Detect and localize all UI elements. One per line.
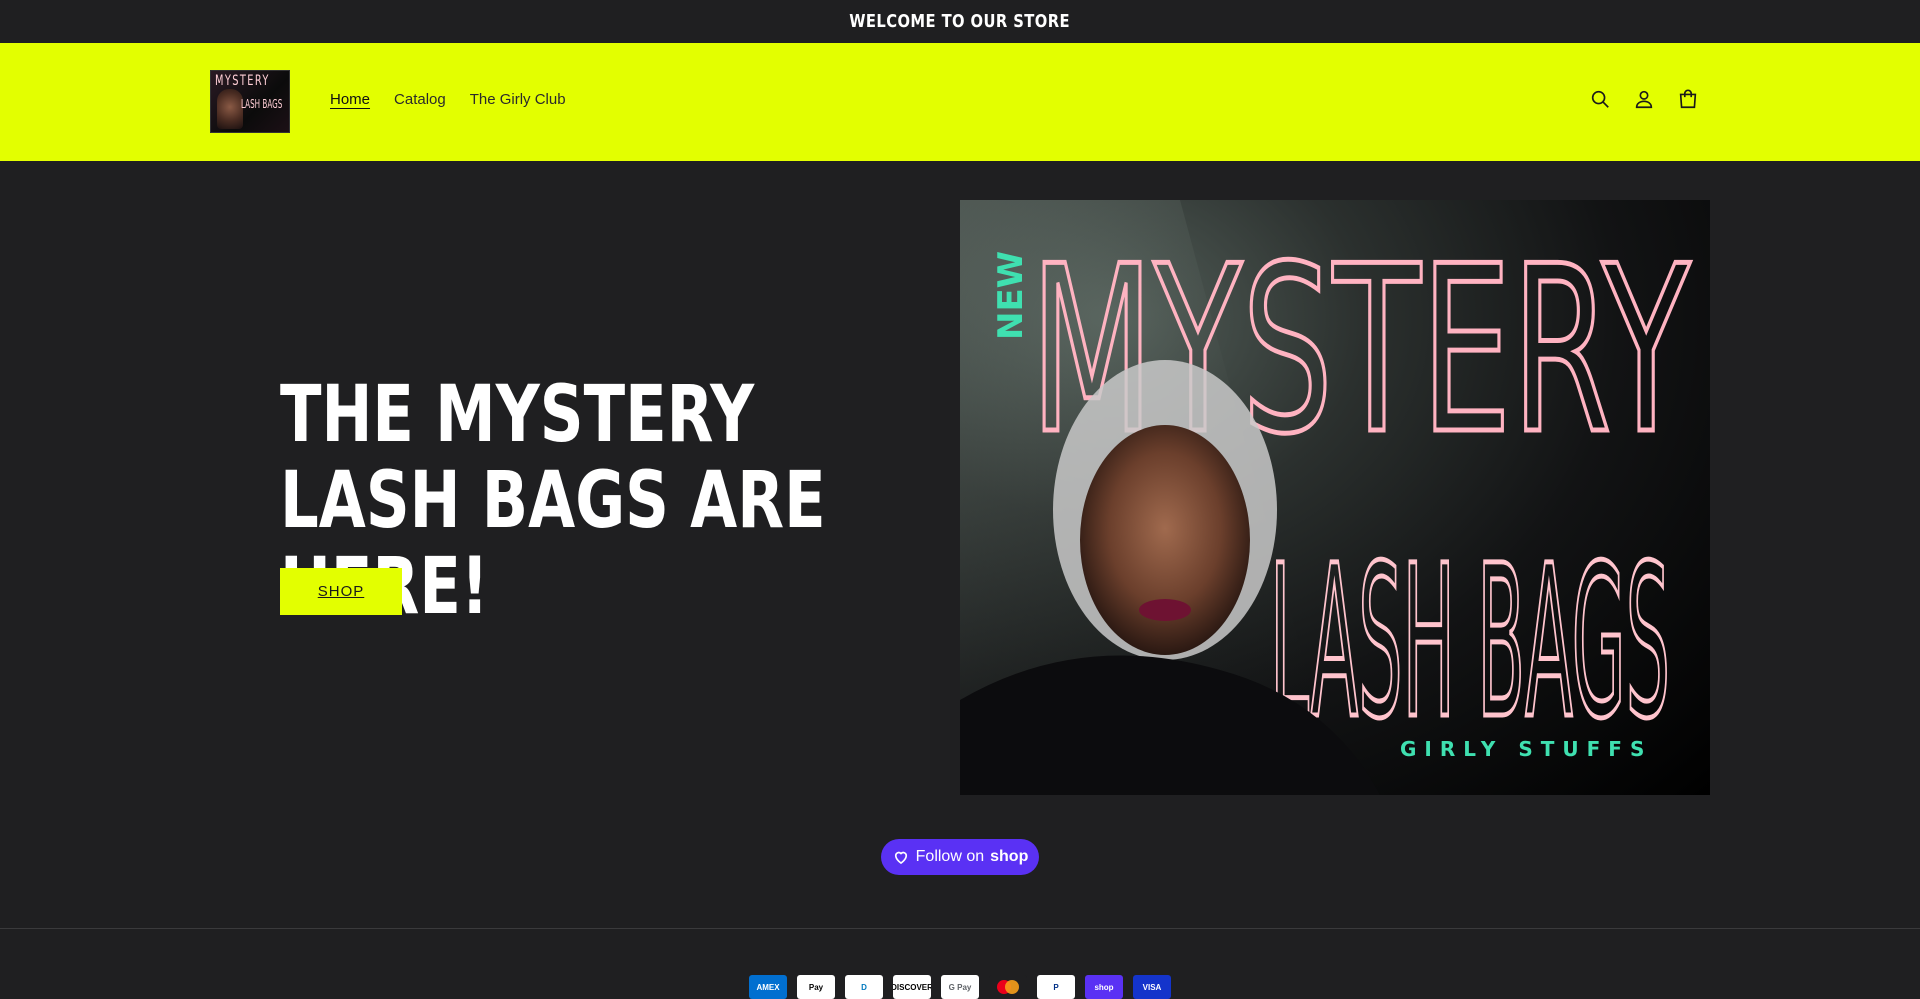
paypal-icon: P [1037, 975, 1075, 999]
cart-icon[interactable] [1677, 88, 1699, 110]
logo-portrait [217, 89, 243, 129]
main-nav: Home Catalog The Girly Club [330, 91, 566, 108]
footer-divider [0, 928, 1920, 929]
google-pay-icon: G Pay [941, 975, 979, 999]
hero-image[interactable]: NEW MYSTERY LASH BAGS GIRLY STUFFS [960, 200, 1710, 795]
announcement-bar: WELCOME TO OUR STORE [0, 0, 1920, 43]
shop-pay-icon: shop [1085, 975, 1123, 999]
announcement-text: WELCOME TO OUR STORE [849, 11, 1071, 32]
follow-on-shop-button[interactable]: Follow on shop [881, 839, 1039, 875]
model-lips [1139, 599, 1191, 621]
tagline-text: GIRLY STUFFS [1400, 737, 1652, 761]
account-icon[interactable] [1633, 88, 1655, 110]
site-header: MYSTERY LASH BAGS Home Catalog The Girly… [0, 43, 1920, 161]
follow-text: Follow on [915, 848, 985, 865]
discover-icon: DISCOVER [893, 975, 931, 999]
logo-text-mid: LASH BAGS [241, 97, 283, 111]
mastercard-icon [989, 975, 1027, 999]
search-icon[interactable] [1589, 88, 1611, 110]
visa-icon: VISA [1133, 975, 1171, 999]
diners-club-icon: D [845, 975, 883, 999]
apple-pay-icon: Pay [797, 975, 835, 999]
payment-icons: AMEX Pay D DISCOVER G Pay P shop VISA [749, 975, 1171, 999]
header-icons [1589, 88, 1699, 110]
heart-icon [894, 851, 907, 864]
nav-link-girly-club[interactable]: The Girly Club [470, 91, 566, 108]
hero-artwork: NEW MYSTERY LASH BAGS GIRLY STUFFS [960, 200, 1693, 795]
store-logo[interactable]: MYSTERY LASH BAGS [210, 70, 290, 133]
follow-brand: shop [990, 848, 1029, 865]
nav-link-catalog[interactable]: Catalog [394, 91, 446, 108]
subheadline-text: LASH BAGS [1270, 520, 1670, 765]
badge-new: NEW [991, 251, 1031, 340]
logo-text-top: MYSTERY [215, 73, 270, 89]
nav-link-home[interactable]: Home [330, 91, 370, 108]
amex-icon: AMEX [749, 975, 787, 999]
shop-button[interactable]: SHOP [280, 568, 402, 615]
